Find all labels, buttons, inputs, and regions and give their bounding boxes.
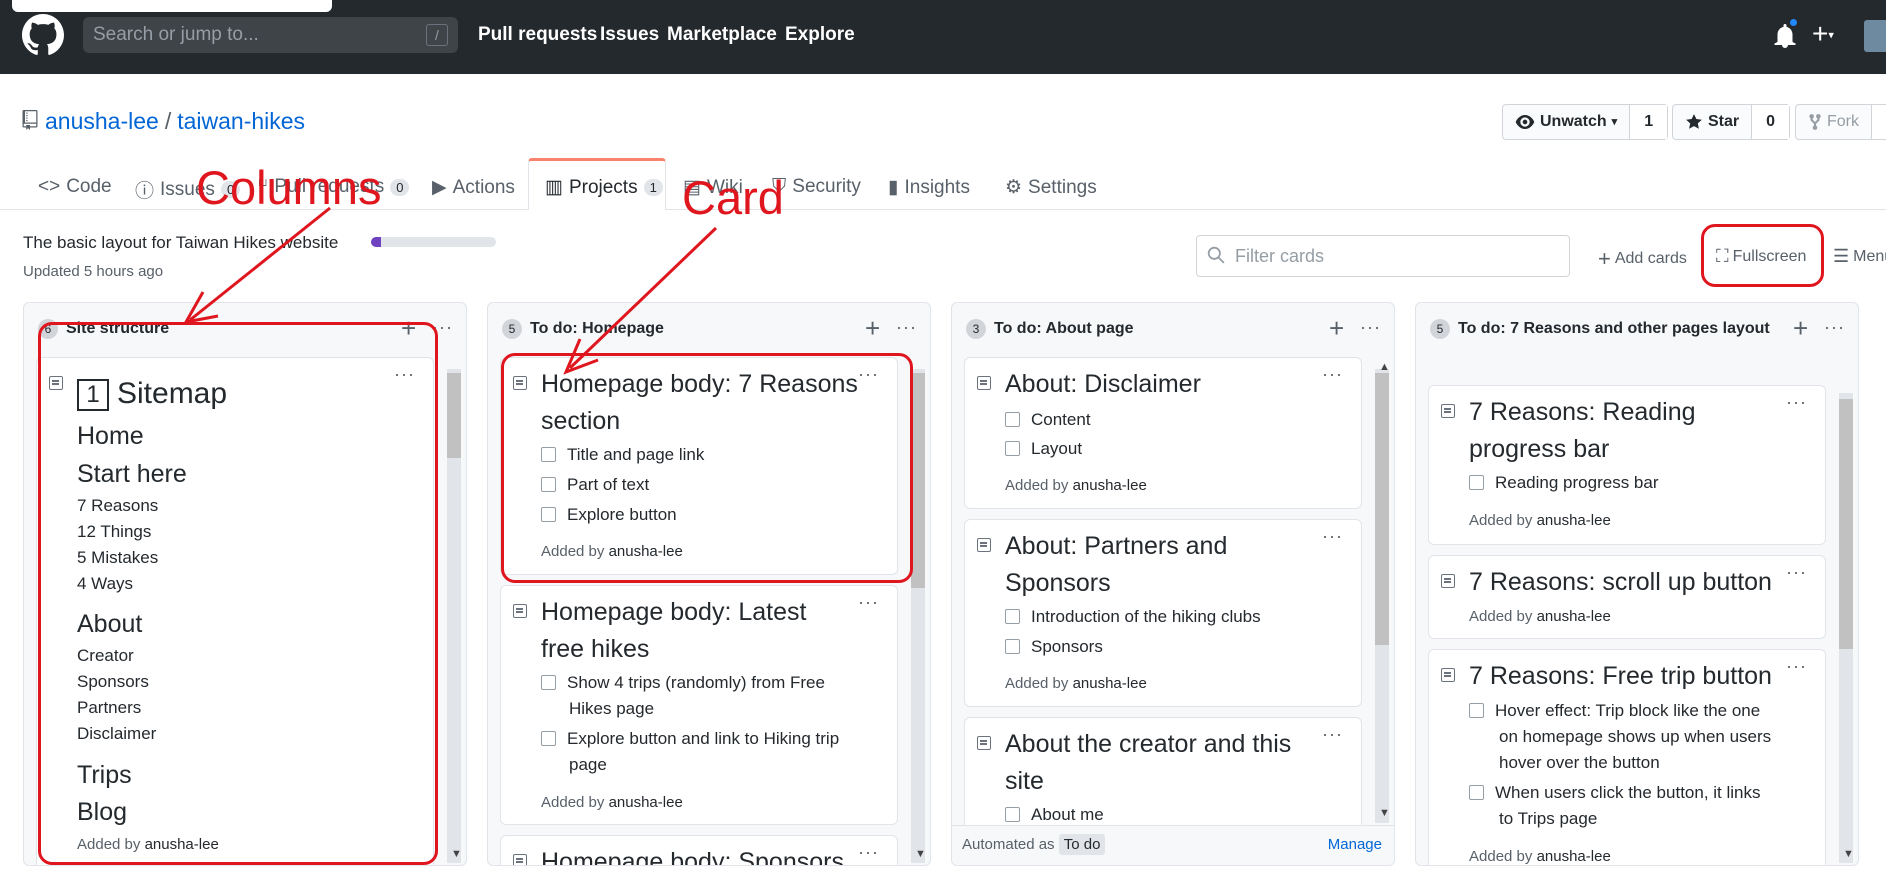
- annotation-arrows: [183, 206, 718, 375]
